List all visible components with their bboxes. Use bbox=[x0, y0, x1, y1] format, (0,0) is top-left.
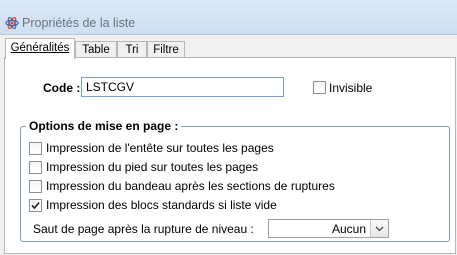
checkmark-icon bbox=[31, 201, 40, 210]
tab-generalites[interactable]: Généralités bbox=[5, 38, 75, 59]
page-break-value: Aucun bbox=[331, 222, 366, 236]
window-title: Propriétés de la liste bbox=[22, 16, 136, 30]
option-band-after-breaks-checkbox[interactable] bbox=[29, 180, 42, 193]
option-header-all-pages-checkbox[interactable] bbox=[29, 142, 42, 155]
option-band-after-breaks-label: Impression du bandeau après les sections… bbox=[46, 179, 335, 193]
option-footer-all-pages-label: Impression du pied sur toutes les pages bbox=[46, 160, 259, 174]
app-icon bbox=[5, 16, 19, 30]
tab-generalites-label: Généralités bbox=[10, 42, 70, 54]
tab-filtre[interactable]: Filtre bbox=[147, 41, 185, 57]
chevron-down-icon[interactable] bbox=[370, 220, 388, 237]
invisible-label: Invisible bbox=[329, 81, 373, 95]
tab-table[interactable]: Table bbox=[75, 41, 117, 57]
tab-table-label: Table bbox=[82, 44, 110, 56]
tab-strip: Généralités Table Tri Filtre bbox=[0, 38, 457, 59]
page-break-select[interactable]: Aucun bbox=[268, 219, 389, 238]
tab-tri-label: Tri bbox=[125, 44, 139, 56]
option-standard-blocks-label: Impression des blocs standards si liste … bbox=[46, 198, 277, 212]
option-header-all-pages-label: Impression de l'entête sur toutes les pa… bbox=[46, 141, 274, 155]
page-break-label: Saut de page après la rupture de niveau … bbox=[33, 222, 254, 236]
layout-options-title: Options de mise en page : bbox=[26, 119, 182, 133]
tab-tri[interactable]: Tri bbox=[117, 41, 147, 57]
option-standard-blocks-checkbox[interactable] bbox=[29, 199, 42, 212]
code-input[interactable] bbox=[81, 77, 284, 97]
invisible-checkbox[interactable] bbox=[313, 81, 326, 94]
tab-filtre-label: Filtre bbox=[153, 44, 179, 56]
option-footer-all-pages-checkbox[interactable] bbox=[29, 161, 42, 174]
title-bar: Propriétés de la liste bbox=[0, 0, 457, 35]
code-label: Code : bbox=[43, 81, 81, 95]
